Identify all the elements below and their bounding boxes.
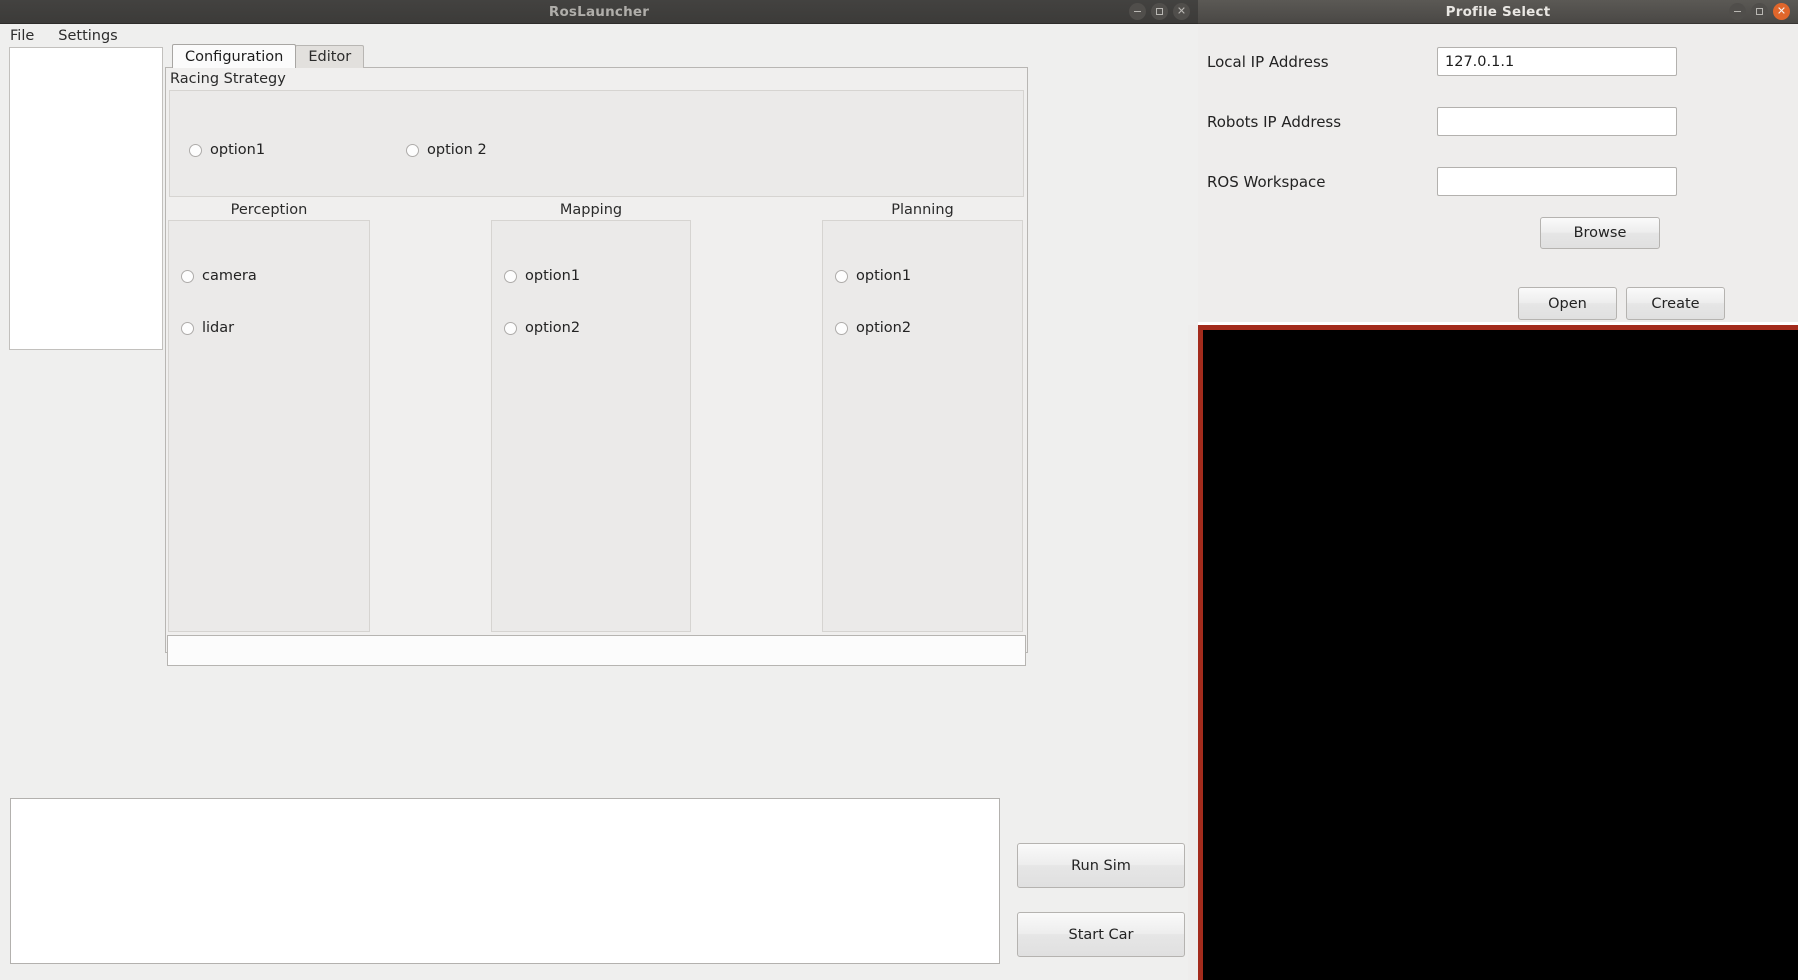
menu-item-settings[interactable]: Settings [58, 28, 117, 44]
profile-select-dialog: Profile Select ✕ Local IP Address 127.0.… [1198, 0, 1798, 322]
robots-ip-label: Robots IP Address [1207, 112, 1342, 131]
terminal-screen[interactable] [1203, 330, 1798, 980]
ros-workspace-label: ROS Workspace [1207, 172, 1326, 191]
ros-workspace-row: ROS Workspace [1207, 167, 1677, 196]
ros-workspace-input[interactable] [1437, 167, 1677, 196]
column-title-perception: Perception [230, 202, 308, 218]
tab-editor[interactable]: Editor [295, 45, 365, 68]
close-icon[interactable]: ✕ [1173, 3, 1190, 20]
local-ip-label: Local IP Address [1207, 52, 1329, 71]
start-car-label: Start Car [1068, 926, 1134, 943]
radio-racing-option1-label: option1 [210, 142, 266, 158]
column-title-planning: Planning [891, 202, 954, 218]
profile-window-controls: ✕ [1729, 0, 1790, 23]
tab-editor-label: Editor [308, 49, 352, 65]
robots-ip-input[interactable] [1437, 107, 1677, 136]
radio-racing-option1[interactable]: option1 [189, 142, 265, 158]
local-ip-value: 127.0.1.1 [1445, 53, 1515, 70]
radio-mapping-option2-label: option2 [525, 320, 581, 336]
radio-circle-icon [189, 143, 202, 157]
minimize-icon[interactable] [1129, 3, 1146, 20]
main-window-controls: ✕ [1129, 0, 1190, 23]
create-button[interactable]: Create [1626, 287, 1725, 320]
racing-strategy-group: option1 option 2 [169, 90, 1024, 197]
tabbar: Configuration Editor [165, 44, 1028, 68]
maximize-icon[interactable] [1151, 3, 1168, 20]
local-ip-row: Local IP Address 127.0.1.1 [1207, 47, 1677, 76]
radio-perception-lidar-label: lidar [202, 320, 235, 336]
browse-label: Browse [1573, 225, 1627, 241]
column-title-mapping: Mapping [559, 202, 623, 218]
radio-racing-option2[interactable]: option 2 [406, 142, 487, 158]
browse-button[interactable]: Browse [1540, 217, 1660, 249]
mapping-group: option1 option2 [491, 220, 691, 632]
main-titlebar: RosLauncher ✕ [0, 0, 1198, 24]
configuration-status-strip [167, 635, 1026, 666]
window-gutter [1188, 325, 1198, 980]
radio-circle-icon [835, 321, 848, 335]
radio-circle-icon [504, 321, 517, 335]
minimize-icon[interactable] [1729, 3, 1746, 20]
ros-launcher-window: RosLauncher ✕ File Settings Configuratio… [0, 0, 1198, 980]
robots-ip-row: Robots IP Address [1207, 107, 1677, 136]
radio-perception-camera-label: camera [202, 268, 257, 284]
profiles-list-panel[interactable] [9, 47, 163, 350]
radio-mapping-option1-label: option1 [525, 268, 581, 284]
planning-group: option1 option2 [822, 220, 1023, 632]
racing-strategy-label: Racing Strategy [170, 71, 286, 87]
tab-configuration-label: Configuration [185, 48, 284, 65]
configuration-tabwidget: Configuration Editor Racing Strategy opt… [165, 44, 1028, 666]
radio-planning-option2[interactable]: option2 [835, 320, 911, 336]
radio-planning-option2-label: option2 [856, 320, 912, 336]
radio-racing-option2-label: option 2 [427, 142, 487, 158]
profile-titlebar: Profile Select ✕ [1198, 0, 1798, 24]
profile-dialog-title: Profile Select [1445, 3, 1551, 20]
configuration-tabpane: Racing Strategy option1 option 2 Percept… [165, 67, 1028, 666]
radio-perception-camera[interactable]: camera [181, 268, 257, 284]
radio-circle-icon [181, 269, 194, 283]
perception-group: camera lidar [168, 220, 370, 632]
radio-mapping-option2[interactable]: option2 [504, 320, 580, 336]
radio-circle-icon [406, 143, 419, 157]
start-car-button[interactable]: Start Car [1017, 912, 1185, 957]
close-icon[interactable]: ✕ [1773, 3, 1790, 20]
main-window-title: RosLauncher [548, 3, 650, 20]
radio-planning-option1-label: option1 [856, 268, 912, 284]
run-sim-button[interactable]: Run Sim [1017, 843, 1185, 888]
terminal-window[interactable] [1198, 325, 1798, 980]
create-label: Create [1651, 295, 1700, 312]
maximize-icon[interactable] [1751, 3, 1768, 20]
radio-circle-icon [181, 321, 194, 335]
radio-perception-lidar[interactable]: lidar [181, 320, 234, 336]
tab-configuration[interactable]: Configuration [172, 44, 297, 68]
radio-mapping-option1[interactable]: option1 [504, 268, 580, 284]
menu-item-file[interactable]: File [10, 28, 34, 44]
local-ip-input[interactable]: 127.0.1.1 [1437, 47, 1677, 76]
radio-circle-icon [504, 269, 517, 283]
open-label: Open [1548, 295, 1587, 312]
open-button[interactable]: Open [1518, 287, 1617, 320]
log-output-textarea[interactable] [10, 798, 1000, 964]
radio-circle-icon [835, 269, 848, 283]
run-sim-label: Run Sim [1071, 857, 1131, 874]
radio-planning-option1[interactable]: option1 [835, 268, 911, 284]
